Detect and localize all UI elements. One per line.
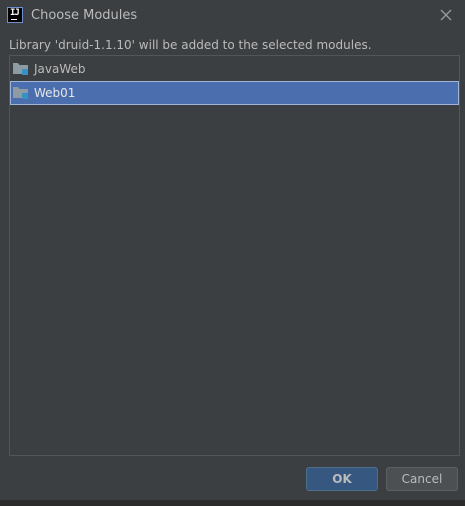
dialog-title: Choose Modules [31, 8, 138, 23]
module-folder-icon [13, 87, 28, 99]
module-folder-icon [13, 63, 28, 75]
cancel-button[interactable]: Cancel [386, 467, 458, 491]
list-item-label: Web01 [34, 86, 76, 100]
list-item-label: JavaWeb [34, 62, 86, 76]
intellij-idea-icon: IJ [7, 7, 23, 23]
ok-button[interactable]: OK [306, 467, 378, 491]
close-icon [440, 9, 452, 21]
window-bottom-edge [0, 500, 465, 506]
close-button[interactable] [437, 6, 455, 24]
list-item[interactable]: Web01 [10, 81, 459, 105]
dialog-message: Library 'druid-1.1.10' will be added to … [9, 38, 372, 52]
module-list[interactable]: JavaWeb Web01 [9, 55, 460, 456]
choose-modules-dialog: IJ Choose Modules Library 'druid-1.1.10'… [0, 0, 465, 506]
title-bar: IJ Choose Modules [0, 0, 465, 32]
list-item[interactable]: JavaWeb [10, 57, 459, 81]
